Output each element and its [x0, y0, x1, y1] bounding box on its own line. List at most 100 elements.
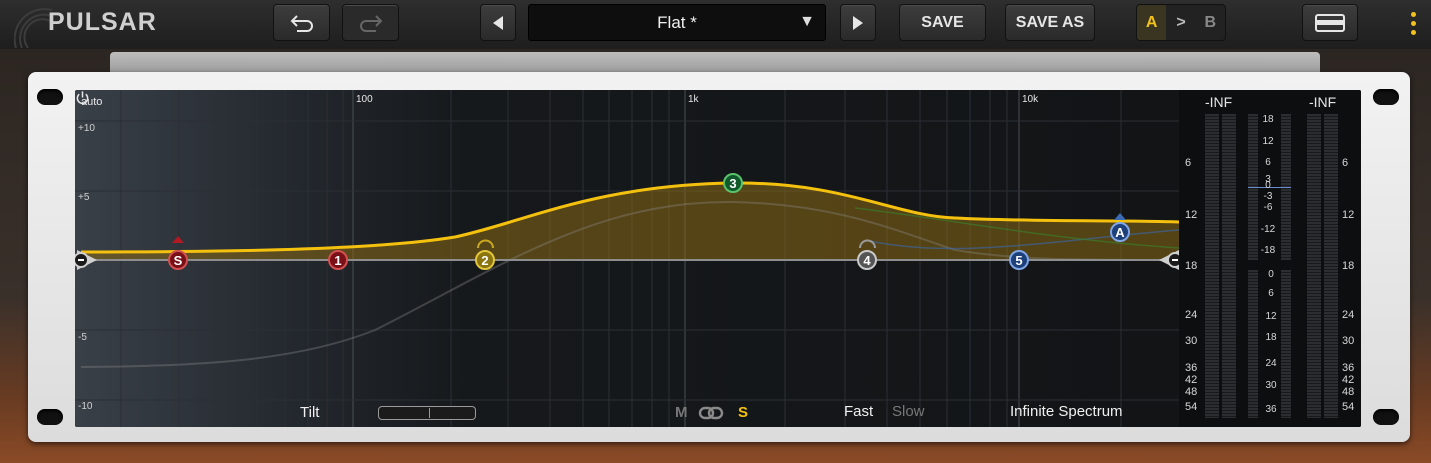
gain-scale-label: 24	[1265, 358, 1277, 369]
spectrum-mode-selector[interactable]: Infinite Spectrum	[1010, 403, 1123, 420]
mid-mode-button[interactable]: M	[675, 404, 688, 421]
a-slot-button[interactable]: A	[1137, 5, 1167, 40]
curve-fill	[81, 182, 1179, 260]
gain-scale-label: 30	[1265, 380, 1277, 391]
side-mode-button[interactable]: S	[738, 404, 748, 421]
left-meter-scale-label: 54	[1185, 401, 1198, 413]
gr-scale-label: 18	[1262, 114, 1274, 125]
window-size-button[interactable]	[1302, 4, 1358, 41]
left-meter-scale-label: 24	[1185, 309, 1198, 321]
link-icon[interactable]	[698, 405, 724, 421]
node-s-indicator	[172, 236, 184, 243]
left-meter-scale-label: 12	[1185, 209, 1198, 221]
gain-scale-label: 36	[1265, 404, 1277, 415]
preset-name: Flat *	[657, 12, 697, 32]
gr-scale-label: -3	[1263, 191, 1273, 202]
left-meter-scale-label: 18	[1185, 260, 1198, 272]
gr-scale-label: 6	[1265, 157, 1271, 168]
node-3[interactable]: 3	[723, 173, 743, 193]
dot	[1410, 20, 1416, 26]
left-meter-channel-2	[1222, 114, 1236, 418]
gr-scale-label: -6	[1263, 202, 1273, 213]
right-meter-scale-label: 42	[1342, 374, 1355, 386]
gain-scale-label: 0	[1268, 269, 1274, 280]
menu-kebab-button[interactable]	[1400, 6, 1426, 40]
right-meter-scale-label: 48	[1342, 386, 1355, 398]
left-meter-channel-1	[1205, 114, 1219, 418]
save-as-button[interactable]: SAVE AS	[1005, 4, 1095, 41]
db-label-plus5: +5	[78, 192, 90, 203]
tilt-slider-center-mark	[429, 408, 430, 418]
right-meter-scale-label: 30	[1342, 335, 1355, 347]
tilt-slider[interactable]	[378, 406, 476, 420]
tilt-label: Tilt	[300, 404, 320, 421]
triangle-left-icon	[493, 15, 503, 30]
gr-scale-label: 12	[1262, 136, 1274, 147]
right-meter-scale-label: 18	[1342, 260, 1355, 272]
window-icon	[1315, 13, 1345, 32]
copy-a-to-b-button[interactable]: >	[1166, 5, 1195, 40]
gain-scale-label: 6	[1268, 288, 1274, 299]
left-meter-scale-label: 42	[1185, 374, 1198, 386]
gain-meter-2	[1281, 270, 1291, 418]
plugin-screen: S12345A auto 100 1k 10k +10 +5 -5 -10 Ti…	[75, 90, 1361, 427]
rack-screw-hole	[1373, 89, 1399, 105]
rack-screw-hole	[1373, 409, 1399, 425]
db-label-minus10: -10	[78, 401, 93, 412]
right-meter-scale-label: 12	[1342, 209, 1355, 221]
gr-scale-label: 0	[1265, 180, 1271, 191]
db-label-plus10: +10	[78, 123, 95, 134]
right-meter-scale-label: 24	[1342, 309, 1355, 321]
right-meter-channel-1	[1307, 114, 1321, 418]
node-a-indicator	[1114, 213, 1126, 220]
dot	[1410, 29, 1416, 35]
right-peak-readout[interactable]: -INF	[1309, 94, 1336, 110]
preset-selector[interactable]: Flat * ▼	[528, 4, 826, 41]
db-label-minus5: -5	[78, 332, 87, 343]
slow-speed-button[interactable]: Slow	[892, 403, 925, 420]
b-slot-button[interactable]: B	[1196, 5, 1225, 40]
next-preset-button[interactable]	[840, 4, 876, 41]
previous-preset-button[interactable]	[480, 4, 516, 41]
node-5[interactable]: 5	[1009, 250, 1029, 270]
ab-compare-group: A > B	[1136, 4, 1226, 41]
node-1[interactable]: 1	[328, 250, 348, 270]
left-meter-scale-label: 36	[1185, 362, 1198, 374]
eq-display[interactable]: S12345A auto 100 1k 10k +10 +5 -5 -10 Ti…	[75, 90, 1179, 427]
triangle-right-icon	[853, 15, 863, 30]
undo-button[interactable]	[273, 4, 330, 41]
freq-label-1k: 1k	[688, 94, 699, 105]
right-meter-channel-2	[1324, 114, 1338, 418]
gain-scale-label: 18	[1265, 332, 1277, 343]
rack-screw-hole	[37, 89, 63, 105]
meter-section: -INF -INF 6 12 18 24 30 36 42 48 54 6 12 18 24 30 36 4…	[1179, 90, 1361, 427]
gain-scale-label: 12	[1265, 311, 1277, 322]
gr-scale-label: -12	[1260, 224, 1276, 235]
node-4[interactable]: 4	[857, 250, 877, 270]
gr-scale-label: -18	[1260, 245, 1276, 256]
rack-screw-hole	[37, 409, 63, 425]
right-meter-scale-label: 6	[1342, 157, 1349, 169]
save-button[interactable]: SAVE	[899, 4, 986, 41]
node-2[interactable]: 2	[475, 250, 495, 270]
app-logo: PULSAR	[48, 8, 157, 36]
fast-speed-button[interactable]: Fast	[844, 403, 873, 420]
tilt-power-icon[interactable]	[75, 90, 90, 105]
redo-button[interactable]	[342, 4, 399, 41]
left-meter-scale-label: 48	[1185, 386, 1198, 398]
right-meter-scale-label: 54	[1342, 401, 1355, 413]
freq-label-100: 100	[356, 94, 373, 105]
redo-icon	[359, 14, 382, 32]
dropdown-caret-icon: ▼	[799, 13, 815, 30]
left-meter-scale-label: 6	[1185, 157, 1192, 169]
dot	[1410, 11, 1416, 17]
node-s[interactable]: S	[168, 250, 188, 270]
right-meter-scale-label: 36	[1342, 362, 1355, 374]
top-toolbar: PULSAR Flat * ▼ SAVE SAVE AS A > B	[0, 0, 1431, 50]
node-a[interactable]: A	[1110, 222, 1130, 242]
left-peak-readout[interactable]: -INF	[1205, 94, 1232, 110]
freq-label-10k: 10k	[1022, 94, 1039, 105]
undo-icon	[290, 14, 313, 32]
left-meter-scale-label: 30	[1185, 335, 1198, 347]
gain-meter-1	[1248, 270, 1258, 418]
